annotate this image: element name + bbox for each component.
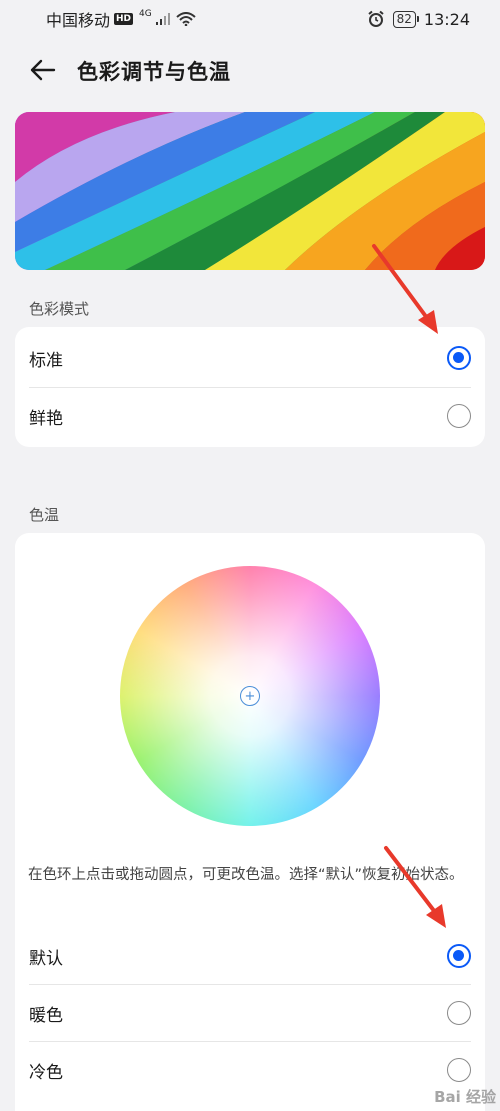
radio-unchecked-icon[interactable] — [447, 404, 471, 428]
wifi-icon — [176, 12, 196, 26]
baidu-watermark: Bai 经验 — [434, 1086, 496, 1107]
option-label: 标准 — [29, 350, 63, 371]
color-mode-option-vivid[interactable]: 鲜艳 — [15, 387, 485, 445]
watermark-text: Bai 经验 — [434, 1088, 496, 1106]
alarm-icon — [367, 10, 384, 27]
color-wheel[interactable]: + — [120, 566, 380, 826]
page-title: 色彩调节与色温 — [77, 60, 231, 84]
status-bar: 中国移动 HD 4G 82 13:24 — [0, 0, 500, 38]
color-temp-options: 默认 暖色 冷色 — [15, 927, 485, 1111]
option-label: 默认 — [29, 948, 63, 969]
color-temp-section-label: 色温 — [29, 506, 60, 524]
back-arrow-icon[interactable] — [28, 56, 58, 84]
option-label: 暖色 — [29, 1005, 63, 1026]
option-label: 鲜艳 — [29, 408, 63, 429]
hd-icon: HD — [114, 13, 134, 25]
wheel-handle-icon[interactable]: + — [240, 686, 260, 706]
option-label: 冷色 — [29, 1062, 63, 1083]
battery-indicator: 82 — [392, 10, 420, 28]
network-type: 4G — [139, 9, 152, 19]
annotation-arrow-icon — [384, 846, 446, 928]
carrier-label: 中国移动 — [46, 11, 111, 30]
clock: 13:24 — [423, 9, 470, 29]
color-temp-option-warm[interactable]: 暖色 — [15, 984, 485, 1042]
annotation-arrow-icon — [372, 244, 438, 334]
radio-unchecked-icon[interactable] — [447, 1001, 471, 1025]
color-mode-card: 标准 鲜艳 — [15, 327, 485, 447]
radio-unchecked-icon[interactable] — [447, 1058, 471, 1082]
radio-checked-icon[interactable] — [447, 346, 471, 370]
radio-checked-icon[interactable] — [447, 944, 471, 968]
signal-icon — [155, 13, 170, 25]
app-header: 色彩调节与色温 — [0, 50, 500, 90]
color-temp-option-cool[interactable]: 冷色 — [15, 1041, 485, 1099]
color-mode-section-label: 色彩模式 — [29, 300, 90, 318]
